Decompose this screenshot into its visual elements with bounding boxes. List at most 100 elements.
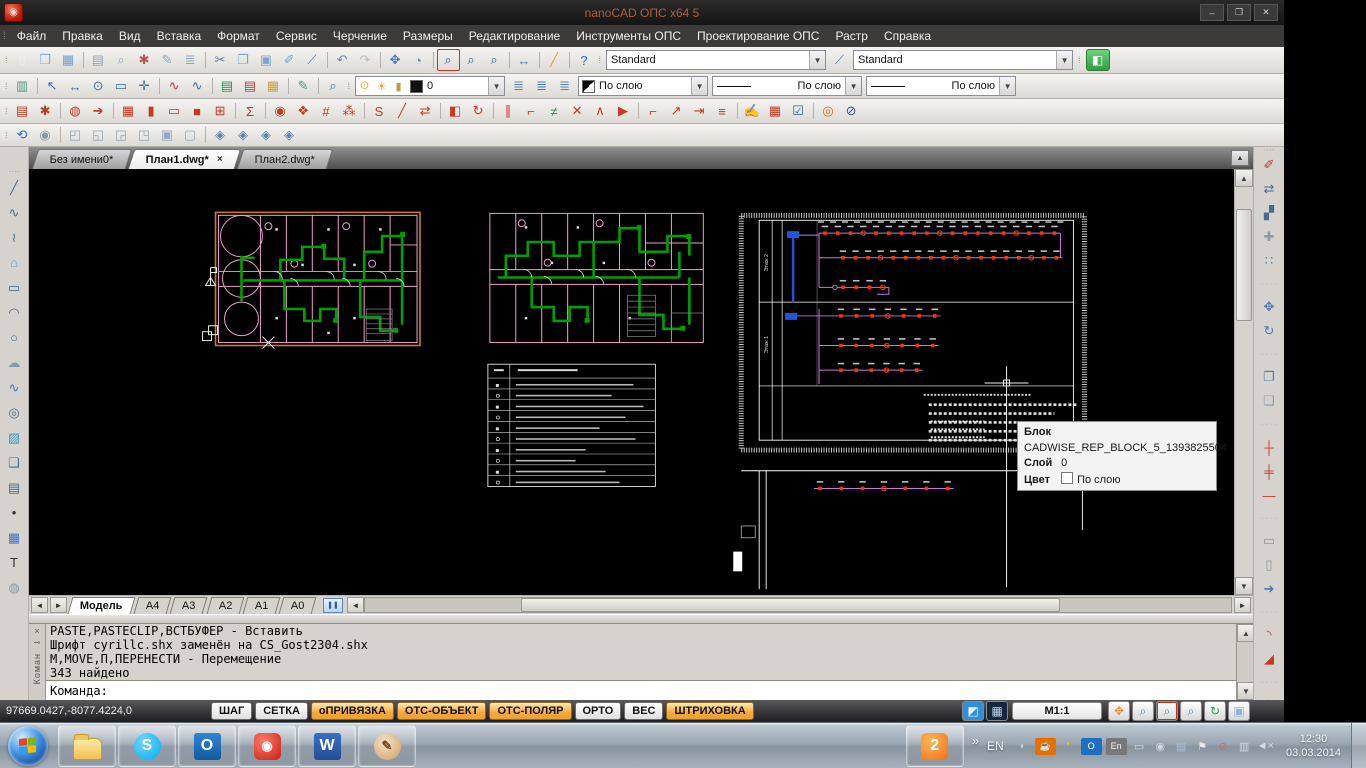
tool-array[interactable]: ∷ xyxy=(1256,249,1282,273)
pin-icon[interactable]: ⊸ xyxy=(34,638,41,647)
tool-cut[interactable]: ✂ xyxy=(209,49,232,71)
tool-view-front[interactable]: ▣ xyxy=(156,124,179,146)
scroll-up-icon[interactable]: ▲ xyxy=(1235,169,1253,187)
tray-volume-mixer-icon[interactable]: ◉ xyxy=(1152,738,1169,755)
tool-spline[interactable]: ∿ xyxy=(2,375,26,400)
menu-item[interactable]: Размеры xyxy=(395,27,461,45)
tool-style-brush[interactable]: ⟋ xyxy=(828,49,851,71)
tray-safely-remove-icon[interactable]: ⊘ xyxy=(1215,738,1232,755)
status-toggle[interactable]: ОРТО xyxy=(574,702,622,720)
tool-pline-edit[interactable]: ≀ xyxy=(2,225,26,250)
tool-iso-sw[interactable]: ◈ xyxy=(209,124,232,146)
tray-device-icon[interactable]: ◗ xyxy=(1014,738,1031,755)
chevron-down-icon[interactable]: ▼ xyxy=(845,77,862,95)
command-scrollbar[interactable]: ▲ ▼ xyxy=(1236,624,1255,700)
tool-open[interactable]: ❒ xyxy=(34,49,57,71)
tool-project-manager[interactable]: ▤ xyxy=(11,100,34,122)
tool-view-top[interactable]: ◰ xyxy=(64,124,87,146)
tool-rectangle[interactable]: ▭ xyxy=(2,275,26,300)
linetype-combo[interactable]: По слою ▼ xyxy=(712,76,863,96)
tool-named-views[interactable]: ◉ xyxy=(34,124,57,146)
layout-tab[interactable]: A4 xyxy=(133,596,172,614)
tool-erase[interactable]: ✐ xyxy=(1256,153,1282,177)
tool-table[interactable]: ▦ xyxy=(2,525,26,550)
tool-new[interactable]: ▯ xyxy=(11,49,34,71)
tool-device[interactable]: ◉ xyxy=(269,100,292,122)
tool-view-left[interactable]: ◲ xyxy=(110,124,133,146)
tool-fillet[interactable]: ◝ xyxy=(1256,623,1282,647)
layout-tab[interactable]: A0 xyxy=(279,596,318,614)
tool-orbit-3d[interactable]: ⟲ xyxy=(11,124,34,146)
status-toggle[interactable]: ОТС-ПОЛЯР xyxy=(489,702,572,720)
tray-speaker-muted-icon[interactable]: ◄× xyxy=(1257,738,1274,755)
tool-join[interactable]: — xyxy=(1256,483,1282,507)
tool-cable-s[interactable]: S xyxy=(368,100,391,122)
menu-item[interactable]: Справка xyxy=(876,27,939,45)
snap-settings-button[interactable]: ◩ xyxy=(962,701,984,721)
taskbar-outlook[interactable]: O xyxy=(178,725,236,767)
regen-button[interactable]: ↻ xyxy=(1204,701,1226,721)
tool-numbering[interactable]: # xyxy=(315,100,338,122)
tool-project-settings[interactable]: ✱ xyxy=(34,100,57,122)
menu-item[interactable]: Файл xyxy=(9,27,55,45)
tool-dim-radius[interactable]: ⊙ xyxy=(87,75,110,97)
tool-area[interactable]: ■ xyxy=(186,100,209,122)
tool-device-group[interactable]: ❖ xyxy=(292,100,315,122)
tool-measure[interactable]: ╱ xyxy=(543,49,566,71)
chevron-down-icon[interactable]: ▼ xyxy=(1056,51,1073,69)
tabs-scroll-left[interactable]: ◄ xyxy=(31,597,48,613)
tool-publish[interactable]: ≣ xyxy=(179,49,202,71)
tool-clip-rect2[interactable]: ▯ xyxy=(1256,553,1282,577)
taskbar-paint[interactable]: ✎ xyxy=(358,725,416,767)
doc-tab[interactable]: План2.dwg* xyxy=(236,149,333,169)
tool-circle[interactable]: ○ xyxy=(2,325,26,350)
scroll-thumb[interactable] xyxy=(1236,209,1252,321)
show-desktop-button[interactable] xyxy=(1351,723,1366,768)
tool-link[interactable]: ↗ xyxy=(665,100,688,122)
tool-image[interactable]: ▤ xyxy=(2,475,26,500)
tool-offset[interactable]: ❏ xyxy=(1256,389,1282,413)
fullscreen-button[interactable]: ▣ xyxy=(1228,701,1250,721)
chevron-down-icon[interactable]: ▼ xyxy=(488,77,505,95)
menu-item[interactable]: Черчение xyxy=(325,27,395,45)
tool-curve[interactable]: ∿ xyxy=(186,75,209,97)
lineweight-combo[interactable]: По слою ▼ xyxy=(866,76,1017,96)
layout-tab[interactable]: A2 xyxy=(206,596,245,614)
tool-riser[interactable]: ≡ xyxy=(711,100,734,122)
chevron-down-icon[interactable]: ▼ xyxy=(691,77,708,95)
tool-wire-l[interactable]: ⌐ xyxy=(520,100,543,122)
taskbar-explorer[interactable] xyxy=(58,725,116,767)
layer-combo[interactable]: ʘ ☀ ▮ 0 ▼ xyxy=(355,76,506,96)
tool-dim-linear[interactable]: ↔ xyxy=(64,75,87,97)
tool-plot-stamp[interactable]: ✎ xyxy=(156,49,179,71)
status-toggle[interactable]: ШТРИХОВКА xyxy=(666,702,754,720)
zoom-in-button[interactable]: ⌕ xyxy=(1132,701,1154,721)
tool-check[interactable]: ☑ xyxy=(787,100,810,122)
tabs-scroll-right[interactable]: ► xyxy=(50,597,67,613)
tool-shape-3d[interactable]: ◧ xyxy=(444,100,467,122)
taskbar-skype[interactable]: S xyxy=(118,725,176,767)
layout-tab[interactable]: Модель xyxy=(67,596,136,614)
tool-ring[interactable]: ◎ xyxy=(817,100,840,122)
drawing-canvas[interactable]: Этаж 2 Этаж 1 Блок CADWISE_REP_BLOCK_5_1… xyxy=(29,169,1234,595)
tool-pan[interactable]: ✥ xyxy=(384,49,407,71)
chevron-down-icon[interactable]: ▼ xyxy=(809,51,826,69)
tray-display-icon[interactable]: ▭ xyxy=(1131,738,1148,755)
tool-print[interactable]: ▤ xyxy=(87,49,110,71)
tool-wire-delete[interactable]: ✕ xyxy=(566,100,589,122)
menu-item[interactable]: Проектирование ОПС xyxy=(689,27,827,45)
chevron-down-icon[interactable]: ▼ xyxy=(999,77,1016,95)
zoom-extents-button[interactable]: ⌕ xyxy=(1180,701,1202,721)
tool-polygon[interactable]: ⌂ xyxy=(2,250,26,275)
close-icon[interactable]: × xyxy=(217,154,223,165)
tool-curve-annot[interactable]: ∿ xyxy=(163,75,186,97)
tool-rotate[interactable]: ↻ xyxy=(1256,319,1282,343)
tool-zoom-window[interactable]: ⌕ xyxy=(436,49,460,71)
tool-copy[interactable]: ❐ xyxy=(232,49,255,71)
tool-center-point[interactable]: ⊞ xyxy=(209,100,232,122)
close-button[interactable]: ✕ xyxy=(1254,4,1278,21)
tool-layer-hide[interactable]: ≣ xyxy=(530,75,553,97)
status-toggle[interactable]: ШАГ xyxy=(211,702,253,720)
tool-no-entry[interactable]: ⊘ xyxy=(840,100,863,122)
tool-wire-parallel[interactable]: ∥ xyxy=(497,100,520,122)
